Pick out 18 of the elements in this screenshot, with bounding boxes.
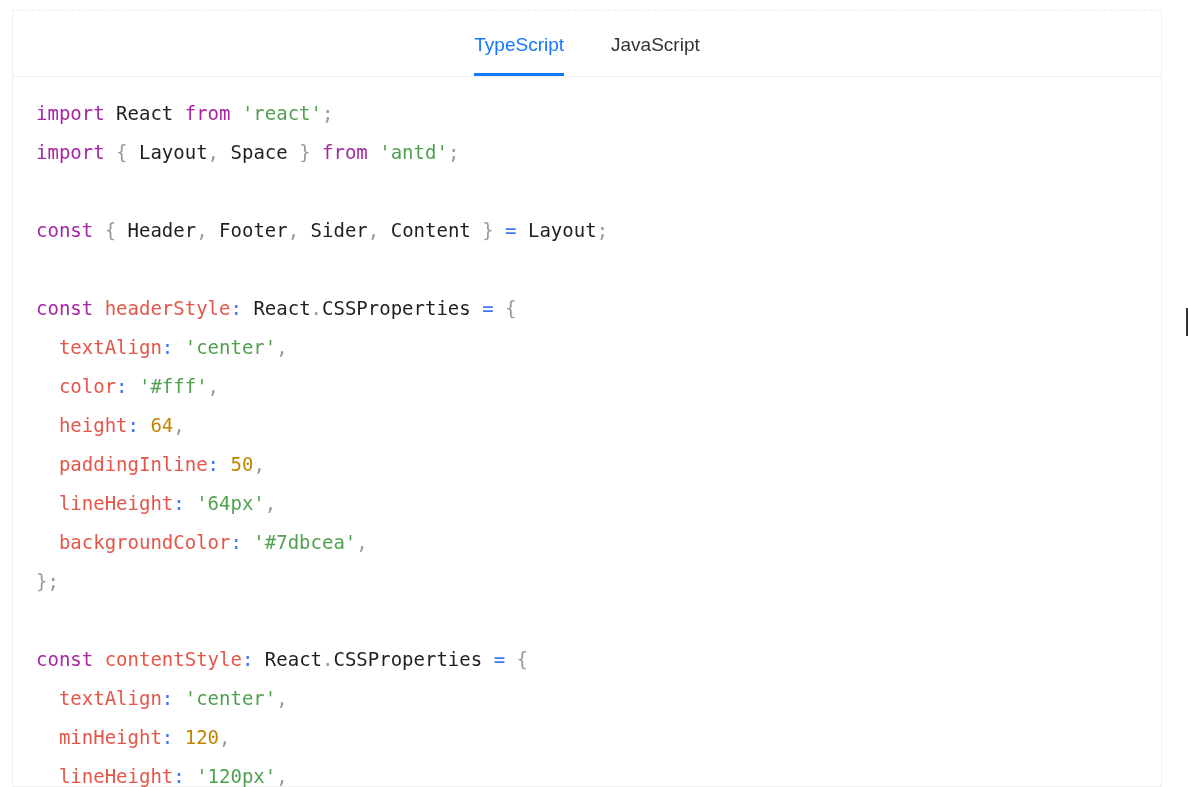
code-line: import { Layout, Space } from 'antd'; (36, 141, 460, 163)
code-line: paddingInline: 50, (57, 453, 265, 475)
code-line: const { Header, Footer, Sider, Content } = Layout; (36, 219, 609, 241)
language-tab[interactable]: TypeScript (474, 11, 565, 76)
code-line: const headerStyle: React.CSSProperties = { (36, 297, 517, 319)
code-line: }; (36, 570, 59, 592)
language-tab[interactable]: JavaScript (611, 11, 700, 76)
scrollbar-thumb[interactable] (1186, 308, 1188, 336)
code-line: color: '#fff', (57, 375, 220, 397)
code-line: minHeight: 120, (57, 726, 231, 748)
code-line: lineHeight: '64px', (57, 492, 277, 514)
code-line: lineHeight: '120px', (57, 765, 288, 787)
code-line: textAlign: 'center', (57, 336, 288, 358)
code-line: textAlign: 'center', (57, 687, 288, 709)
code-line: backgroundColor: '#7dbcea', (57, 531, 368, 553)
code-line: const contentStyle: React.CSSProperties = { (36, 648, 528, 670)
code-line: height: 64, (57, 414, 185, 436)
code-line: import React from 'react'; (36, 102, 334, 124)
